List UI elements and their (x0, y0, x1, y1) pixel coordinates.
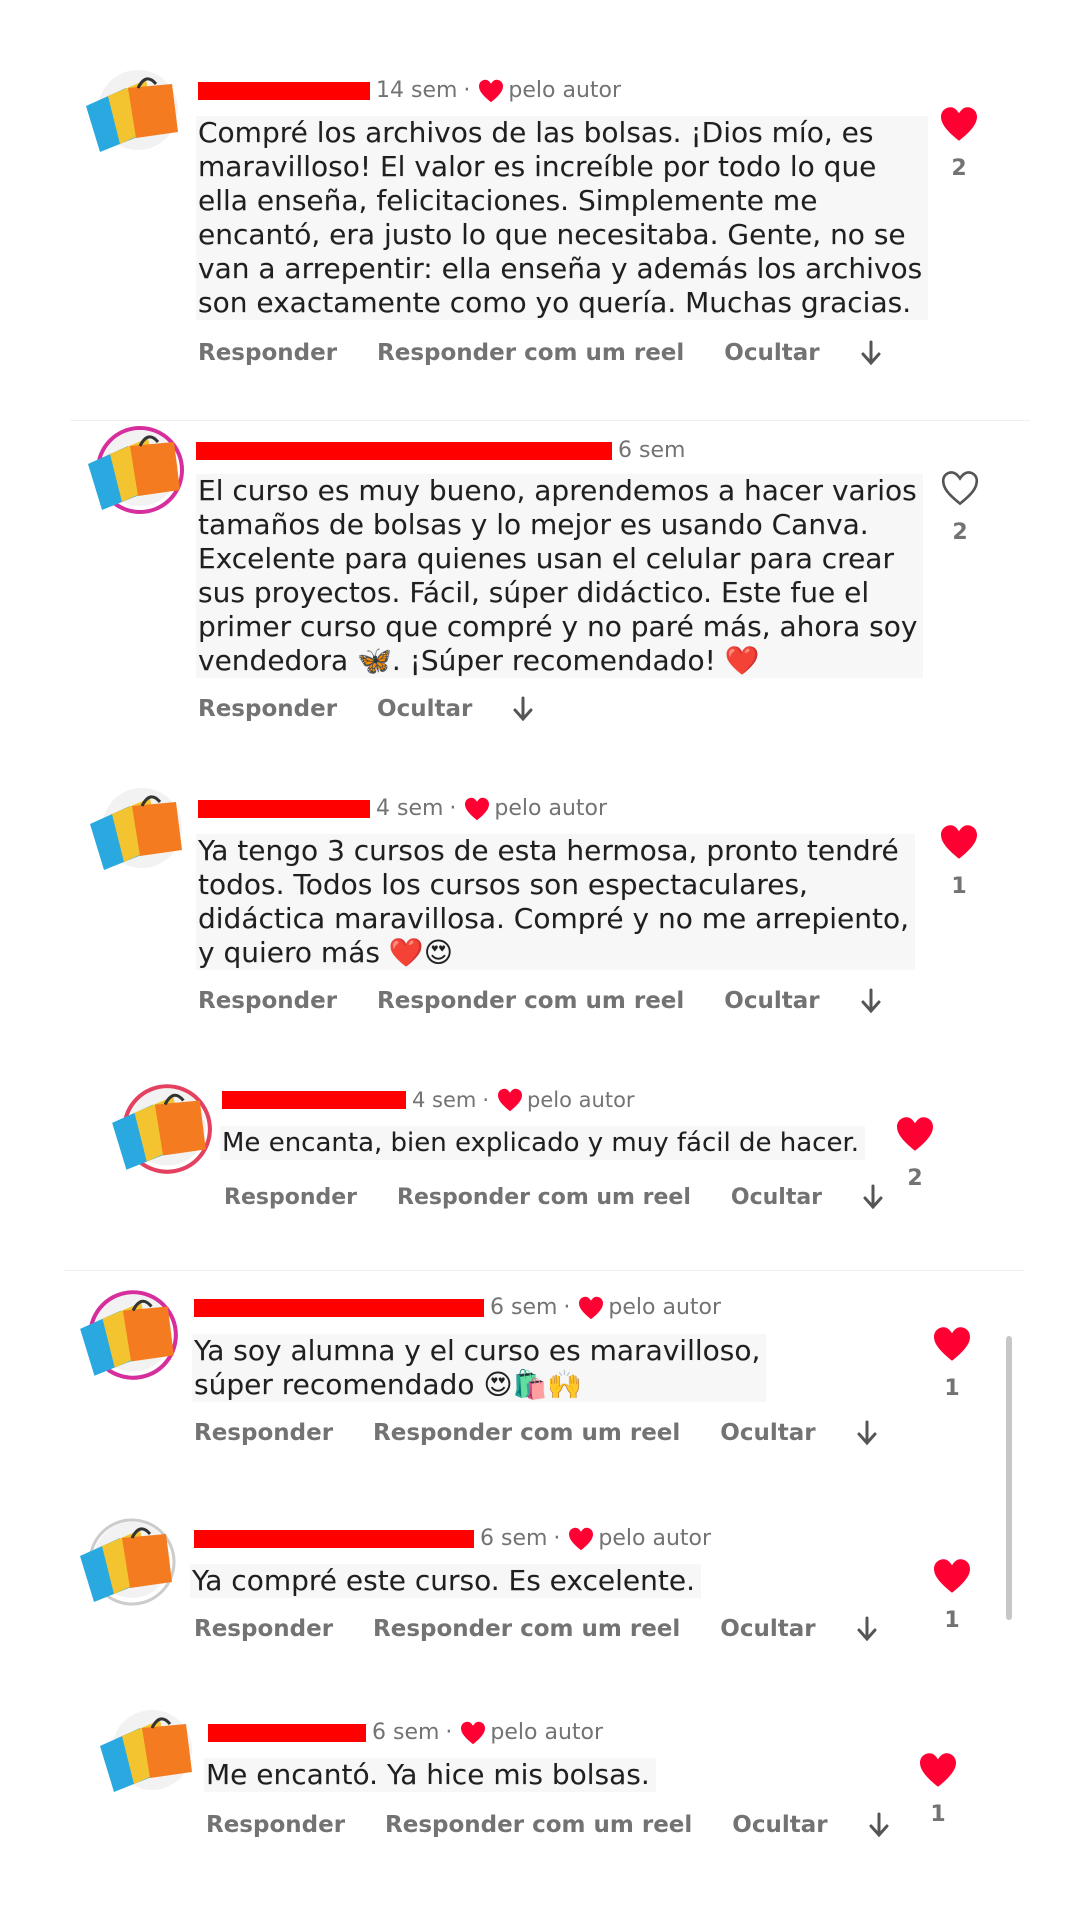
reply-button[interactable]: Responder (194, 1616, 333, 1642)
shopping-bags-icon (88, 426, 184, 514)
reply-with-reel-button[interactable]: Responder com um reel (377, 340, 684, 366)
arrow-down-icon[interactable] (862, 1184, 884, 1210)
heart-filled-icon (465, 797, 490, 820)
comment-time: 14 sem (376, 78, 458, 103)
divider (70, 420, 1030, 421)
redacted-username (194, 1298, 484, 1317)
comments-screen: 14 sem · pelo autor Compré los archivos … (0, 0, 1080, 1920)
heart-filled-icon (897, 1117, 933, 1151)
scrollbar[interactable] (1006, 1336, 1012, 1620)
like-count: 2 (907, 1166, 923, 1191)
reply-with-reel-button[interactable]: Responder com um reel (373, 1420, 680, 1446)
reply-with-reel-button[interactable]: Responder com um reel (373, 1616, 680, 1642)
author-like-label: pelo autor (490, 1720, 604, 1745)
avatar[interactable] (80, 424, 190, 514)
reply-with-reel-button[interactable]: Responder com um reel (377, 988, 684, 1014)
reply-button[interactable]: Responder (198, 988, 337, 1014)
comment-text: El curso es muy bueno, aprendemos a hace… (196, 474, 924, 678)
comment-text: Ya compré este curso. Es excelente. (190, 1564, 701, 1598)
comment-time: 4 sem (376, 796, 444, 821)
comment-text: Compré los archivos de las bolsas. ¡Dios… (196, 116, 929, 320)
arrow-down-icon[interactable] (856, 1420, 878, 1446)
reply-button[interactable]: Responder (198, 696, 337, 722)
shopping-bags-icon (80, 1290, 178, 1380)
heart-filled-icon (920, 1753, 956, 1787)
redacted-username (222, 1091, 406, 1109)
redacted-username (198, 799, 370, 818)
reply-button[interactable]: Responder (224, 1185, 357, 1210)
redacted-username (194, 1529, 474, 1548)
like-button[interactable]: 2 (940, 470, 980, 545)
comment-text: Ya soy alumna y el curso es maravilloso,… (192, 1334, 767, 1402)
heart-outline-icon (941, 471, 979, 506)
shopping-bags-icon (80, 1518, 176, 1606)
heart-filled-icon (479, 79, 504, 102)
hide-button[interactable]: Ocultar (724, 340, 819, 366)
arrow-down-icon[interactable] (512, 696, 534, 722)
comment-text: Me encanta, bien explicado y muy fácil d… (220, 1126, 866, 1160)
shopping-bags-icon (100, 1710, 192, 1792)
like-count: 2 (951, 156, 967, 181)
comment-text: Ya tengo 3 cursos de esta hermosa, pront… (196, 834, 916, 970)
like-button[interactable]: 2 (939, 106, 979, 181)
author-like-label: pelo autor (608, 1295, 722, 1320)
heart-filled-icon (498, 1088, 523, 1112)
redacted-username (198, 81, 370, 100)
hide-button[interactable]: Ocultar (732, 1812, 827, 1838)
avatar[interactable] (104, 1082, 216, 1174)
comment-time: 6 sem (618, 438, 686, 463)
heart-filled-icon (579, 1296, 604, 1319)
reply-button[interactable]: Responder (194, 1420, 333, 1446)
like-button[interactable]: 2 (895, 1116, 935, 1191)
reply-button[interactable]: Responder (198, 340, 337, 366)
like-button[interactable]: 1 (932, 1558, 972, 1633)
avatar[interactable] (72, 1288, 184, 1380)
reply-with-reel-button[interactable]: Responder com um reel (397, 1185, 691, 1210)
heart-filled-icon (941, 825, 977, 859)
redacted-username (208, 1723, 366, 1742)
avatar[interactable] (82, 784, 192, 874)
like-count: 1 (930, 1802, 946, 1827)
shopping-bags-icon (112, 1084, 212, 1174)
heart-filled-icon (934, 1559, 970, 1593)
hide-button[interactable]: Ocultar (377, 696, 472, 722)
author-like-label: pelo autor (527, 1088, 635, 1112)
comment-time: 6 sem (480, 1526, 548, 1551)
shopping-bags-icon (90, 788, 182, 870)
heart-filled-icon (461, 1721, 486, 1744)
like-button[interactable]: 1 (939, 824, 979, 899)
like-count: 2 (952, 520, 968, 545)
reply-button[interactable]: Responder (206, 1812, 345, 1838)
author-like-label: pelo autor (508, 78, 622, 103)
redacted-username (196, 441, 612, 460)
reply-with-reel-button[interactable]: Responder com um reel (385, 1812, 692, 1838)
avatar[interactable] (92, 1706, 202, 1796)
avatar[interactable] (78, 66, 188, 156)
like-button[interactable]: 1 (918, 1752, 958, 1827)
comment-time: 6 sem (490, 1295, 558, 1320)
like-count: 1 (951, 874, 967, 899)
hide-button[interactable]: Ocultar (720, 1616, 815, 1642)
avatar[interactable] (72, 1516, 182, 1606)
heart-filled-icon (934, 1327, 970, 1361)
arrow-down-icon[interactable] (856, 1616, 878, 1642)
like-count: 1 (944, 1608, 960, 1633)
arrow-down-icon[interactable] (860, 988, 882, 1014)
like-count: 1 (944, 1376, 960, 1401)
comment-text: Me encantó. Ya hice mis bolsas. (204, 1758, 656, 1792)
arrow-down-icon[interactable] (860, 340, 882, 366)
arrow-down-icon[interactable] (868, 1812, 890, 1838)
shopping-bags-icon (86, 70, 178, 152)
heart-filled-icon (941, 107, 977, 141)
hide-button[interactable]: Ocultar (724, 988, 819, 1014)
comment-time: 6 sem (372, 1720, 440, 1745)
hide-button[interactable]: Ocultar (731, 1185, 822, 1210)
author-like-label: pelo autor (598, 1526, 712, 1551)
comment-time: 4 sem (412, 1088, 477, 1112)
divider (64, 1270, 1024, 1271)
heart-filled-icon (569, 1527, 594, 1550)
like-button[interactable]: 1 (932, 1326, 972, 1401)
hide-button[interactable]: Ocultar (720, 1420, 815, 1446)
author-like-label: pelo autor (494, 796, 608, 821)
